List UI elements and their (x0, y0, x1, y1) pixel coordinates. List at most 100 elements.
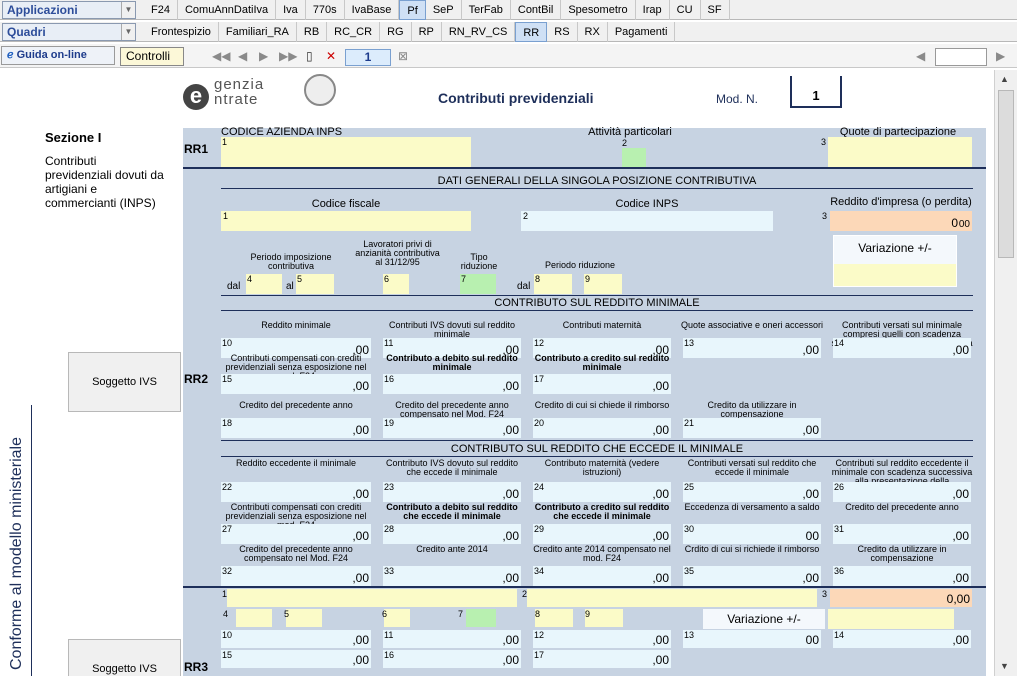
scroll-up-icon[interactable]: ▲ (1000, 74, 1009, 84)
amount-input-22[interactable]: 22,00 (221, 482, 371, 502)
tab-rr[interactable]: RR (515, 22, 548, 42)
rr3-riduzione-al-input[interactable]: 9 (585, 609, 623, 627)
quadri-combo[interactable]: Quadri ▼ (2, 23, 136, 41)
rr3-riduzione-dal-input[interactable]: 8 (535, 609, 573, 627)
quote-partecipazione-input[interactable]: 3 (821, 137, 972, 167)
prev-page-icon[interactable]: ◀ (238, 49, 247, 63)
rr3-tipo-riduzione-input[interactable]: 7 (458, 609, 496, 627)
tab-sf[interactable]: SF (701, 0, 730, 20)
amount-input-17[interactable]: 17,00 (533, 374, 671, 394)
tab-pf[interactable]: Pf (399, 0, 426, 20)
mod-number-field[interactable]: 1 (790, 76, 842, 108)
applicazioni-combo[interactable]: Applicazioni ▼ (2, 1, 136, 19)
rr3-codice-inps-input[interactable]: 2 (522, 589, 817, 607)
tab-spesometro[interactable]: Spesometro (561, 0, 636, 20)
rr3-variazione-input[interactable] (828, 609, 954, 629)
amount-input-27[interactable]: 27,00 (221, 524, 371, 544)
rr3-reddito-input[interactable]: 3 0,00 (822, 589, 972, 607)
rr3-amount-input-16[interactable]: 16,00 (383, 650, 521, 668)
amount-input-21[interactable]: 21,00 (683, 418, 821, 438)
rr3-amount-input-10[interactable]: 10,00 (221, 630, 371, 648)
variazione-input[interactable] (834, 264, 956, 286)
amount-input-25[interactable]: 25,00 (683, 482, 821, 502)
chevron-down-icon[interactable]: ▼ (121, 2, 135, 18)
amount-input-34[interactable]: 34,00 (533, 566, 671, 586)
amount-input-36[interactable]: 36,00 (833, 566, 971, 586)
amount-input-30[interactable]: 30 00 (683, 524, 821, 544)
codice-fiscale-input[interactable]: 1 (221, 211, 471, 231)
amount-input-29[interactable]: 29,00 (533, 524, 671, 544)
tab-contbil[interactable]: ContBil (511, 0, 562, 20)
amount-input-31[interactable]: 31,00 (833, 524, 971, 544)
tab-rg[interactable]: RG (380, 22, 412, 42)
tab-770s[interactable]: 770s (306, 0, 345, 20)
amount-input-13[interactable]: 13,00 (683, 338, 821, 358)
controlli-button[interactable]: Controlli (120, 47, 184, 66)
tab-pagamenti[interactable]: Pagamenti (608, 22, 676, 42)
tab-familiari-ra[interactable]: Familiari_RA (219, 22, 297, 42)
lavoratori-input[interactable]: 6 (383, 274, 409, 294)
scroll-left-icon[interactable]: ◀ (916, 49, 925, 63)
tab-rc-cr[interactable]: RC_CR (327, 22, 381, 42)
amount-input-23[interactable]: 23,00 (383, 482, 521, 502)
tab-rb[interactable]: RB (297, 22, 328, 42)
tab-f24[interactable]: F24 (144, 0, 178, 20)
rr3-lavoratori-input[interactable]: 6 (382, 609, 410, 627)
rr3-amount-input-17[interactable]: 17,00 (533, 650, 671, 668)
amount-input-24[interactable]: 24,00 (533, 482, 671, 502)
rr3-amount-input-15[interactable]: 15,00 (221, 650, 371, 668)
periodo-dal-input[interactable]: 4 (246, 274, 282, 294)
first-page-icon[interactable]: ◀◀ (212, 49, 230, 63)
amount-input-16[interactable]: 16,00 (383, 374, 521, 394)
close-page-icon[interactable]: ⊠ (398, 49, 408, 63)
rr3-amount-input-12[interactable]: 12,00 (533, 630, 671, 648)
amount-input-28[interactable]: 28,00 (383, 524, 521, 544)
last-page-icon[interactable]: ▶▶ (279, 49, 297, 63)
amount-input-35[interactable]: 35,00 (683, 566, 821, 586)
rr3-amount-input-11[interactable]: 11,00 (383, 630, 521, 648)
scroll-thumb[interactable] (998, 90, 1014, 258)
tipo-riduzione-input[interactable]: 7 (460, 274, 496, 294)
periodo-al-input[interactable]: 5 (296, 274, 334, 294)
tab-rs[interactable]: RS (547, 22, 578, 42)
amount-input-14[interactable]: 14,00 (833, 338, 971, 358)
tab-frontespizio[interactable]: Frontespizio (144, 22, 219, 42)
rr3-amount-input-14[interactable]: 14,00 (833, 630, 971, 648)
new-page-icon[interactable]: ▯ (306, 49, 313, 63)
amount-input-19[interactable]: 19,00 (383, 418, 521, 438)
chevron-down-icon[interactable]: ▼ (121, 24, 135, 40)
amount-input-18[interactable]: 18,00 (221, 418, 371, 438)
delete-page-icon[interactable]: ✕ (326, 49, 336, 63)
riduzione-al-input[interactable]: 9 (584, 274, 622, 294)
tab-rx[interactable]: RX (578, 22, 608, 42)
soggetto-ivs-button[interactable]: Soggetto IVS (68, 352, 181, 412)
rr3-al-input[interactable]: 5 (284, 609, 322, 627)
rr3-dal-input[interactable]: 4 (223, 609, 272, 627)
tab-iva[interactable]: Iva (276, 0, 306, 20)
attivita-particolari-input[interactable]: 2 (622, 138, 646, 168)
vertical-scrollbar[interactable]: ▲ ▼ (994, 70, 1017, 676)
amount-input-32[interactable]: 32,00 (221, 566, 371, 586)
riduzione-dal-input[interactable]: 8 (534, 274, 572, 294)
page-number-field[interactable]: 1 (345, 49, 391, 66)
tab-rn-rv-cs[interactable]: RN_RV_CS (442, 22, 516, 42)
tab-terfab[interactable]: TerFab (462, 0, 511, 20)
tab-cu[interactable]: CU (670, 0, 701, 20)
amount-input-26[interactable]: 26,00 (833, 482, 971, 502)
amount-input-33[interactable]: 33,00 (383, 566, 521, 586)
soggetto-ivs-button-rr3[interactable]: Soggetto IVS (68, 639, 181, 676)
rr3-amount-input-13[interactable]: 13 00 (683, 630, 821, 648)
codice-inps-input[interactable]: 2 (521, 211, 773, 231)
rr3-codice-fiscale-input[interactable]: 1 (222, 589, 517, 607)
guida-online-button[interactable]: ℯ Guida on-line (1, 46, 115, 65)
amount-input-15[interactable]: 15,00 (221, 374, 371, 394)
tab-comuanndatiiva[interactable]: ComuAnnDatiIva (178, 0, 277, 20)
tab-irap[interactable]: Irap (636, 0, 670, 20)
tab-sep[interactable]: SeP (426, 0, 462, 20)
reddito-impresa-input[interactable]: 3 0 00 (822, 211, 972, 231)
scroll-right-icon[interactable]: ▶ (996, 49, 1005, 63)
search-field[interactable] (935, 48, 987, 66)
next-page-icon[interactable]: ▶ (259, 49, 268, 63)
codice-azienda-input[interactable]: 1 (221, 137, 471, 167)
scroll-down-icon[interactable]: ▼ (1000, 661, 1009, 671)
